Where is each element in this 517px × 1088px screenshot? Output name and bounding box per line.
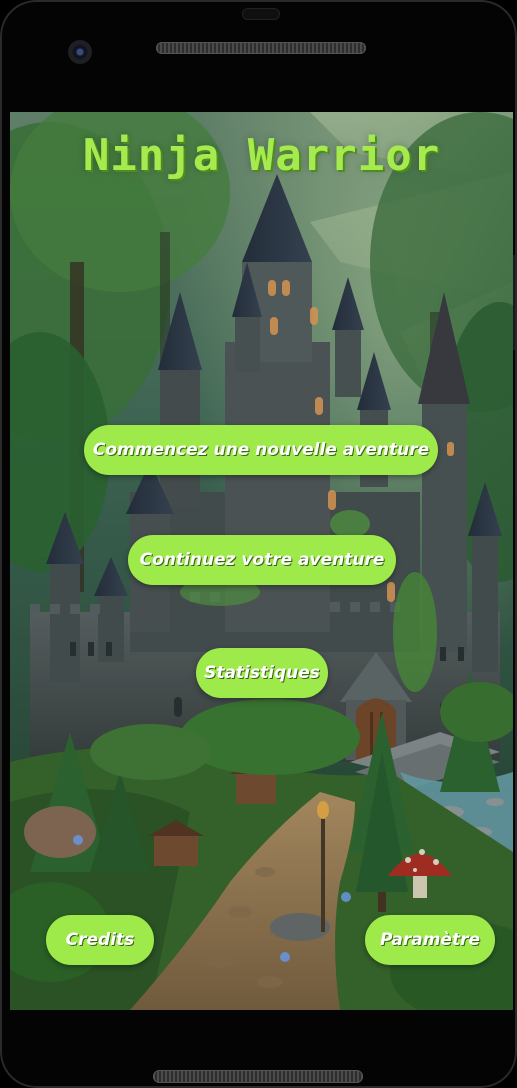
game-title: Ninja Warrior [82, 130, 441, 181]
speaker-grille [156, 42, 366, 54]
game-screen: Ninja Warrior Commencez une nouvelle ave… [10, 112, 513, 1010]
new-adventure-button[interactable]: Commencez une nouvelle aventure [84, 425, 438, 475]
settings-button[interactable]: Paramètre [365, 915, 495, 965]
statistics-button[interactable]: Statistiques [196, 648, 328, 698]
top-notch [242, 8, 280, 20]
credits-button[interactable]: Credits [46, 915, 154, 965]
side-button[interactable] [513, 255, 517, 350]
phone-frame: Ninja Warrior Commencez une nouvelle ave… [0, 0, 517, 1088]
bottom-speaker-bar [153, 1070, 363, 1083]
front-camera-icon [68, 40, 92, 64]
continue-adventure-button[interactable]: Continuez votre aventure [128, 535, 396, 585]
